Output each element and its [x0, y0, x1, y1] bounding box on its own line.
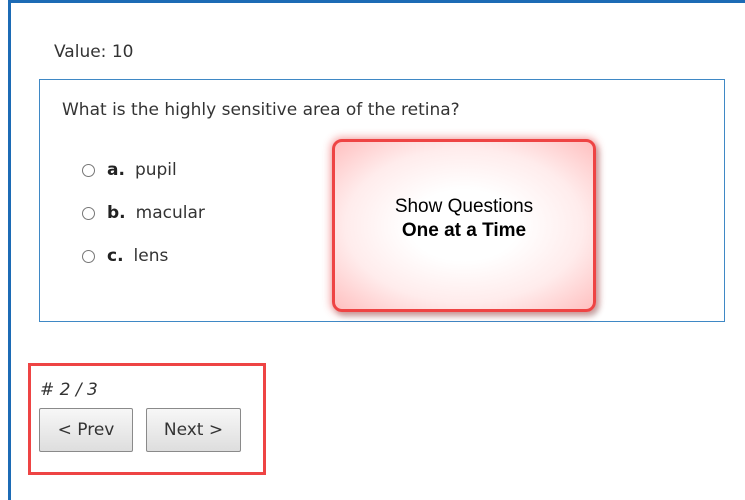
answer-text-a: pupil: [134, 160, 177, 180]
radio-button-b[interactable]: [82, 206, 95, 220]
radio-button-a[interactable]: [82, 163, 95, 177]
answer-letter-b: b.: [107, 203, 126, 223]
radio-button-c[interactable]: [82, 249, 95, 263]
answer-letter-a: a.: [107, 160, 125, 180]
question-value-label: Value: 10: [54, 42, 134, 62]
callout-annotation: Show Questions One at a Time: [332, 139, 596, 312]
question-counter: # 2 / 3: [40, 380, 98, 400]
answer-option-a[interactable]: a. pupil: [82, 158, 177, 182]
answer-text-b: macular: [135, 203, 205, 223]
question-text: What is the highly sensitive area of the…: [62, 100, 460, 120]
answer-letter-c: c.: [107, 246, 124, 266]
callout-line-2: One at a Time: [401, 219, 527, 241]
callout-line-1: Show Questions: [394, 195, 534, 217]
answer-option-c[interactable]: c. lens: [82, 244, 168, 268]
prev-button[interactable]: < Prev: [39, 408, 133, 452]
answer-text-c: lens: [133, 246, 169, 266]
answer-option-b[interactable]: b. macular: [82, 201, 205, 225]
next-button[interactable]: Next >: [146, 408, 241, 452]
